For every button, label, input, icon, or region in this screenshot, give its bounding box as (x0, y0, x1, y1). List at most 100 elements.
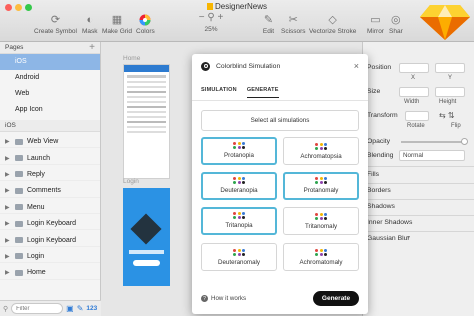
scissors-icon: ✂ (288, 14, 298, 26)
artboard-home[interactable] (123, 64, 170, 179)
option-deuteranopia[interactable]: Deuteranopia (201, 172, 277, 200)
inner-shadows-section[interactable]: Inner Shadows (367, 219, 412, 226)
inspector-panel: Position X Y Size Width Height Transform… (362, 42, 474, 316)
create-symbol-button[interactable]: ⟳ Create Symbol (34, 13, 77, 35)
height-field[interactable] (435, 87, 465, 97)
disclosure-icon[interactable]: ▶ (5, 138, 11, 145)
option-protanopia[interactable]: Protanopia (201, 137, 277, 165)
mirror-button[interactable]: ▭ Mirror (367, 13, 384, 35)
page-item-ios[interactable]: iOS (0, 54, 100, 70)
edit-button[interactable]: ✎ Edit (262, 13, 275, 35)
mask-button[interactable]: ◐ Mask (82, 13, 98, 36)
palette-dots-icon (315, 248, 327, 256)
disclosure-icon[interactable]: ▶ (5, 269, 11, 276)
option-label: Protanopia (224, 152, 254, 159)
option-achromatopsia[interactable]: Achromatopsia (283, 137, 359, 165)
scissors-button[interactable]: ✂ Scissors (281, 13, 306, 35)
layer-row[interactable]: ▶ Home (0, 263, 100, 280)
slice-icon[interactable]: ▣ (66, 304, 74, 313)
disclosure-icon[interactable]: ▶ (5, 253, 11, 260)
rotate-field[interactable] (405, 111, 429, 121)
mask-icon: ◐ (86, 13, 94, 26)
flip-label: Flip (451, 123, 461, 129)
filter-input[interactable] (11, 303, 64, 314)
tab-generate[interactable]: GENERATE (246, 87, 279, 98)
page-label: Web (15, 90, 30, 97)
colors-button[interactable]: Colors (136, 13, 155, 35)
toolbar: DesignerNews ⟳ Create Symbol ◐ Mask ▦ Ma… (0, 0, 474, 42)
artboard-icon (15, 171, 23, 178)
opacity-slider[interactable] (401, 138, 468, 145)
how-it-works-link[interactable]: ? How it works (201, 295, 246, 302)
make-grid-label: Make Grid (102, 28, 132, 35)
page-item-web[interactable]: Web (0, 86, 100, 102)
how-it-works-label: How it works (211, 295, 247, 302)
height-label: Height (439, 99, 457, 105)
layer-row[interactable]: ▶ Launch (0, 148, 100, 165)
layers-header[interactable]: iOS (0, 120, 100, 132)
share-button[interactable]: ◎ Shar (389, 13, 403, 35)
layer-row[interactable]: ▶ Menu (0, 198, 100, 214)
x-field[interactable] (399, 63, 429, 73)
page-item-app-icon[interactable]: App Icon (0, 102, 100, 118)
artboard-title-login[interactable]: Login (123, 178, 139, 185)
option-tritanomaly[interactable]: Tritanomaly (283, 207, 359, 235)
blending-select[interactable]: Normal (399, 150, 465, 161)
zoom-out-icon[interactable]: − (199, 12, 205, 23)
artboard-title-home[interactable]: Home (123, 55, 140, 62)
zoom-in-icon[interactable]: + (217, 12, 223, 23)
layer-row[interactable]: ▶ Login (0, 247, 100, 264)
palette-dots-icon (233, 248, 245, 256)
disclosure-icon[interactable]: ▶ (5, 155, 11, 162)
flip-icons[interactable]: ⇆ ⇅ (439, 111, 455, 120)
width-field[interactable] (399, 87, 429, 97)
palette-dots-icon (315, 212, 327, 220)
layer-label: Login Keyboard (27, 220, 77, 228)
size-label: Size (367, 88, 381, 95)
disclosure-icon[interactable]: ▶ (5, 187, 11, 194)
layer-row[interactable]: ▶ Login Keyboard (0, 214, 100, 231)
vectorize-stroke-button[interactable]: ◇ Vectorize Stroke (309, 13, 356, 35)
make-grid-button[interactable]: ▦ Make Grid (102, 13, 132, 35)
y-field[interactable] (435, 63, 465, 73)
disclosure-icon[interactable]: ▶ (5, 237, 11, 244)
rotate-label: Rotate (407, 123, 425, 129)
select-all-button[interactable]: Select all simulations (201, 110, 359, 131)
layer-row[interactable]: ▶ Login Keyboard (0, 230, 100, 247)
generate-button[interactable]: Generate (313, 291, 359, 306)
document-title-text: DesignerNews (214, 2, 268, 11)
close-icon[interactable]: × (354, 61, 359, 71)
disclosure-icon[interactable]: ▶ (5, 171, 11, 178)
zoom-control[interactable]: − ⚲ + 25% (196, 11, 226, 33)
edit-label: Edit (262, 28, 275, 35)
edit-icon[interactable]: ✎ (77, 304, 84, 313)
add-page-icon[interactable]: + (89, 42, 95, 53)
pages-header: Pages + (0, 42, 100, 54)
fills-section[interactable]: Fills (367, 171, 379, 178)
page-item-android[interactable]: Android (0, 70, 100, 86)
artboard-icon (15, 138, 23, 145)
artboard-icon (15, 237, 23, 244)
dialog-tabs: SIMULATION GENERATE (201, 87, 279, 98)
opacity-slider-thumb[interactable] (461, 138, 468, 145)
disclosure-icon[interactable]: ▶ (5, 220, 11, 227)
option-achromatomaly[interactable]: Achromatomaly (283, 243, 359, 271)
layer-label: Login (27, 252, 45, 260)
gaussian-blur-section[interactable]: Gaussian Blur (367, 235, 410, 242)
artboard-login[interactable] (123, 188, 170, 286)
scissors-label: Scissors (281, 28, 306, 35)
share-icon: ◎ (391, 14, 401, 26)
disclosure-icon[interactable]: ▶ (5, 204, 11, 211)
layer-row[interactable]: ▶ Web View (0, 132, 100, 149)
option-deuteranomaly[interactable]: Deuteranomaly (201, 243, 277, 271)
layers-sidebar: Pages + iOS Android Web App Icon iOS ▶ We… (0, 42, 101, 316)
dropdown-icon[interactable]: ▾ (407, 234, 410, 241)
option-protanomaly[interactable]: Protanomaly (283, 172, 359, 200)
option-tritanopia[interactable]: Tritanopia (201, 207, 277, 235)
layer-row[interactable]: ▶ Comments (0, 181, 100, 198)
opacity-label: Opacity (367, 138, 391, 145)
layer-row[interactable]: ▶ Reply (0, 165, 100, 182)
borders-section[interactable]: Borders (367, 187, 391, 194)
shadows-section[interactable]: Shadows (367, 203, 395, 210)
tab-simulation[interactable]: SIMULATION (201, 87, 237, 98)
